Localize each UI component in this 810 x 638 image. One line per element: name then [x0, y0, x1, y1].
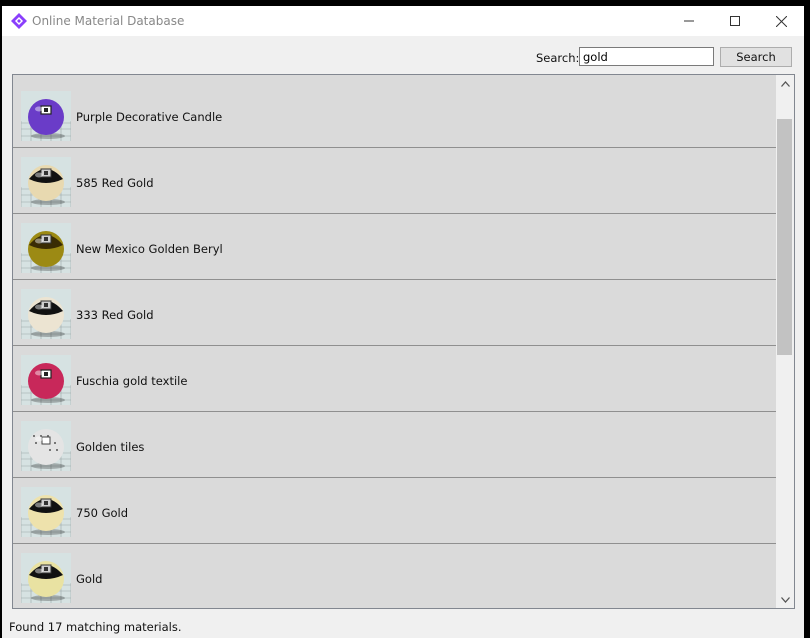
search-label: Search: — [536, 51, 580, 65]
chevron-down-icon — [780, 596, 790, 603]
material-name: 585 Red Gold — [76, 176, 154, 190]
status-text: Found 17 matching materials. — [9, 620, 182, 634]
app-logo-icon — [11, 13, 27, 29]
material-list-item[interactable]: 585 Red Gold — [13, 148, 776, 214]
material-list-item[interactable]: New Mexico Golden Beryl — [13, 214, 776, 280]
material-list-item[interactable]: Golden tiles — [13, 412, 776, 478]
material-list-item[interactable]: 333 Red Gold — [13, 280, 776, 346]
material-name: Purple Decorative Candle — [76, 110, 223, 124]
materials-list-items: Purple Decorative Candle 585 Red Gold New … — [13, 82, 776, 608]
material-list-item[interactable]: 750 Gold — [13, 478, 776, 544]
scroll-up-button[interactable] — [776, 75, 794, 92]
material-list-item[interactable]: Fuschia gold textile — [13, 346, 776, 412]
material-preview-thumbnail — [21, 553, 71, 603]
vertical-scrollbar[interactable] — [776, 75, 794, 608]
minimize-icon — [684, 20, 694, 22]
material-preview-thumbnail — [21, 355, 71, 405]
material-preview-thumbnail — [21, 289, 71, 339]
material-preview-thumbnail — [21, 421, 71, 471]
search-input[interactable] — [579, 47, 714, 66]
material-name: Gold — [76, 572, 103, 586]
scroll-thumb[interactable] — [777, 119, 792, 355]
material-name: Fuschia gold textile — [76, 374, 188, 388]
material-name: 333 Red Gold — [76, 308, 154, 322]
minimize-button[interactable] — [666, 6, 712, 36]
window-title: Online Material Database — [32, 14, 185, 28]
close-button[interactable] — [758, 6, 804, 36]
material-list-item[interactable]: Purple Decorative Candle — [13, 82, 776, 148]
material-name: Golden tiles — [76, 440, 145, 454]
close-icon — [775, 15, 787, 27]
maximize-icon — [730, 16, 740, 26]
search-button[interactable]: Search — [720, 47, 792, 67]
material-preview-thumbnail — [21, 487, 71, 537]
material-preview-thumbnail — [21, 91, 71, 141]
material-name: 750 Gold — [76, 506, 129, 520]
title-bar: Online Material Database — [2, 6, 804, 36]
maximize-button[interactable] — [712, 6, 758, 36]
scroll-down-button[interactable] — [776, 591, 794, 608]
material-preview-thumbnail — [21, 157, 71, 207]
material-list-item[interactable]: Gold — [13, 544, 776, 608]
materials-list: Purple Decorative Candle 585 Red Gold New … — [12, 74, 795, 609]
material-preview-thumbnail — [21, 223, 71, 273]
material-database-window: Online Material Database Search: Search … — [2, 6, 804, 638]
material-name: New Mexico Golden Beryl — [76, 242, 223, 256]
chevron-up-icon — [780, 80, 790, 87]
